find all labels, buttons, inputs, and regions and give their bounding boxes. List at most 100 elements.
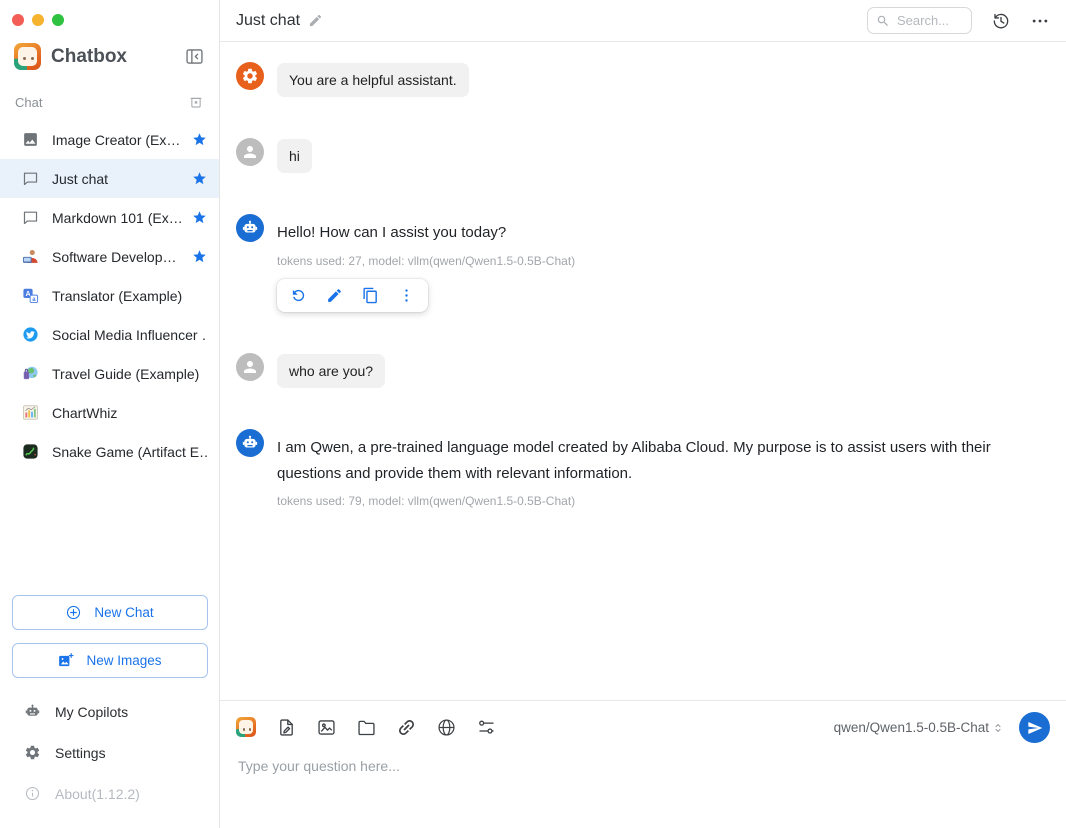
search-box[interactable] [867, 7, 972, 34]
conversation-label: Image Creator (Ex… [52, 132, 186, 148]
search-input[interactable] [895, 12, 965, 29]
conversation-label: Just chat [52, 171, 186, 187]
search-icon [876, 14, 890, 28]
conversation-label: ChartWhiz [52, 405, 207, 421]
sidebar-item-about[interactable]: About(1.12.2) [0, 773, 219, 814]
message-body: Hello! How can I assist you today? tokens… [277, 214, 575, 312]
message-body: You are a helpful assistant. [277, 62, 469, 97]
more-menu-icon[interactable] [1030, 11, 1050, 31]
snake-icon [22, 443, 39, 460]
message-body: hi [277, 138, 312, 173]
twitter-icon [22, 326, 39, 343]
window-close-button[interactable] [12, 14, 24, 26]
model-selector[interactable]: qwen/Qwen1.5-0.5B-Chat [834, 720, 1005, 735]
message-text: Hello! How can I assist you today? [277, 215, 575, 246]
app-title: Chatbox [51, 46, 184, 68]
conversation-label: Software Develop… [52, 249, 186, 265]
history-icon[interactable] [991, 11, 1011, 31]
chat-bubble-icon [22, 209, 39, 226]
message-list: You are a helpful assistant. hi Hello! How… [220, 42, 1066, 700]
conversation-label: Markdown 101 (Ex… [52, 210, 186, 226]
conversation-label: Travel Guide (Example) [52, 366, 207, 382]
robot-icon [24, 703, 41, 720]
star-icon[interactable] [192, 171, 207, 186]
send-button[interactable] [1019, 712, 1050, 743]
message-user: hi [236, 138, 1050, 173]
sidebar-item-image-creator-ex[interactable]: Image Creator (Ex… [0, 120, 219, 159]
translator-icon: Aa [22, 287, 39, 304]
edit-title-icon[interactable] [308, 13, 323, 28]
about-label: About(1.12.2) [55, 786, 140, 802]
window-zoom-button[interactable] [52, 14, 64, 26]
message-text: You are a helpful assistant. [277, 63, 469, 97]
collapse-sidebar-icon[interactable] [184, 46, 205, 67]
conversation-label: Snake Game (Artifact E… [52, 444, 207, 460]
sidebar-item-markdown-101-ex[interactable]: Markdown 101 (Ex… [0, 198, 219, 237]
message-assistant: I am Qwen, a pre-trained language model … [236, 429, 1050, 509]
topbar: Just chat [220, 0, 1066, 42]
star-icon[interactable] [192, 132, 207, 147]
sidebar-item-translator-example[interactable]: Aa Translator (Example) [0, 276, 219, 315]
chatbox-logo-icon[interactable] [236, 717, 257, 738]
star-icon[interactable] [192, 249, 207, 264]
gear-icon [24, 744, 41, 761]
topbar-actions [867, 7, 1050, 34]
message-action-toolbar [277, 279, 428, 312]
window-minimize-button[interactable] [32, 14, 44, 26]
robot-icon [236, 214, 264, 242]
message-input[interactable] [236, 756, 1050, 812]
sidebar-item-social-media-influencer[interactable]: Social Media Influencer … [0, 315, 219, 354]
sidebar-item-my-copilots[interactable]: My Copilots [0, 691, 219, 732]
message-body: I am Qwen, a pre-trained language model … [277, 429, 1045, 509]
chat-section-label: Chat [15, 95, 188, 110]
star-icon[interactable] [192, 210, 207, 225]
copy-icon[interactable] [362, 287, 379, 304]
plus-circle-icon [65, 604, 82, 621]
message-text: hi [277, 139, 312, 173]
model-name: qwen/Qwen1.5-0.5B-Chat [834, 720, 989, 735]
conversation-label: Social Media Influencer … [52, 327, 207, 343]
developer-icon [22, 248, 39, 265]
message-body: who are you? [277, 353, 385, 388]
main-panel: Just chat You are a helpful assistant. hi… [220, 0, 1066, 828]
folder-icon[interactable] [356, 717, 377, 738]
edit-icon[interactable] [326, 287, 343, 304]
composer-toolbar: qwen/Qwen1.5-0.5B-Chat [236, 712, 1050, 743]
sidebar-item-snake-game-artifact-e[interactable]: Snake Game (Artifact E… [0, 432, 219, 471]
sidebar-item-chartwhiz[interactable]: ChartWhiz [0, 393, 219, 432]
conversation-title: Just chat [236, 12, 300, 30]
chatbox-app-window: Chatbox Chat Image Creator (Ex… Just chat… [0, 0, 1066, 828]
web-icon[interactable] [436, 717, 457, 738]
link-icon[interactable] [396, 717, 417, 738]
clear-conversations-icon[interactable] [188, 94, 204, 110]
sidebar-item-just-chat[interactable]: Just chat [0, 159, 219, 198]
attach-file-icon[interactable] [276, 717, 297, 738]
message-text: who are you? [277, 354, 385, 388]
composer: qwen/Qwen1.5-0.5B-Chat [220, 700, 1066, 828]
message-meta: tokens used: 27, model: vllm(qwen/Qwen1.… [277, 254, 575, 268]
attach-image-icon[interactable] [316, 717, 337, 738]
sidebar-item-software-develop[interactable]: Software Develop… [0, 237, 219, 276]
travel-icon [22, 365, 39, 382]
chat-bubble-icon [22, 170, 39, 187]
message-meta: tokens used: 79, model: vllm(qwen/Qwen1.… [277, 494, 1045, 508]
regenerate-icon[interactable] [290, 287, 307, 304]
conversation-list: Image Creator (Ex… Just chat Markdown 101 … [0, 120, 219, 471]
brand-row: Chatbox [0, 43, 219, 70]
new-chat-button[interactable]: New Chat [12, 595, 208, 630]
composer-icons [236, 717, 497, 738]
chevron-updown-icon [991, 721, 1005, 735]
gear-icon [236, 62, 264, 90]
sidebar-item-travel-guide-example[interactable]: Travel Guide (Example) [0, 354, 219, 393]
window-controls [0, 0, 219, 26]
settings-sliders-icon[interactable] [476, 717, 497, 738]
robot-icon [236, 429, 264, 457]
new-images-button[interactable]: New Images [12, 643, 208, 678]
sidebar-item-settings[interactable]: Settings [0, 732, 219, 773]
sidebar-bottom: New Chat New Images My Copilots Settings… [0, 595, 219, 814]
more-vert-icon[interactable] [398, 287, 415, 304]
message-text: I am Qwen, a pre-trained language model … [277, 430, 1045, 487]
conversation-label: Translator (Example) [52, 288, 207, 304]
person-icon [236, 353, 264, 381]
chart-icon [22, 404, 39, 421]
